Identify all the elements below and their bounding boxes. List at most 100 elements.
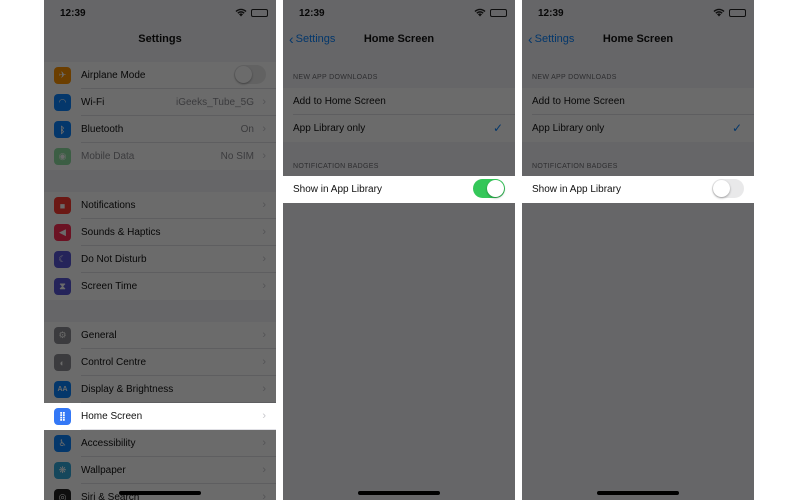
settings-item-label: Notifications	[81, 200, 136, 211]
gear-icon: ⚙	[54, 327, 71, 344]
moon-icon: ☾	[54, 251, 71, 268]
option-label: App Library only	[532, 123, 605, 134]
chevron-right-icon: ›	[262, 410, 266, 422]
page-title: Home Screen	[602, 33, 674, 45]
chevron-right-icon: ›	[262, 96, 266, 108]
show-in-app-library-row: Show in App Library	[522, 176, 754, 203]
status-time: 12:39	[60, 8, 86, 19]
option-add-to-home-screen[interactable]: Add to Home Screen	[522, 88, 754, 115]
chevron-right-icon: ›	[262, 253, 266, 265]
settings-item-label: Sounds & Haptics	[81, 227, 161, 238]
display-icon: AA	[54, 381, 71, 398]
section-header-badges: NOTIFICATION BADGES	[532, 163, 618, 170]
checkmark-icon: ✓	[492, 121, 503, 135]
checkmark-icon: ✓	[731, 121, 742, 135]
settings-item-label: Display & Brightness	[81, 384, 174, 395]
settings-item-value: No SIM	[220, 151, 254, 162]
wallpaper-icon: ❋	[54, 462, 71, 479]
show-in-app-library-toggle[interactable]	[712, 179, 744, 198]
section-header-badges: NOTIFICATION BADGES	[293, 163, 379, 170]
section-header-downloads: NEW APP DOWNLOADS	[293, 74, 378, 81]
notifications-icon: ■	[54, 197, 71, 214]
chevron-right-icon: ›	[262, 123, 266, 135]
wifi-status-icon	[474, 8, 486, 17]
settings-item-mobile-data[interactable]: ◉ Mobile Data No SIM ›	[44, 143, 276, 170]
settings-item-label: Screen Time	[81, 281, 138, 292]
settings-item-display-brightness[interactable]: AA Display & Brightness ›	[44, 376, 276, 403]
settings-item-label: General	[81, 330, 117, 341]
battery-icon	[729, 8, 746, 17]
settings-screen: 12:39 Settings ✈ Airplane Mode ◠ Wi-Fi iGeek…	[44, 0, 276, 500]
home-screen-settings-off: 12:39 ‹ Settings Home Screen NEW APP DOW…	[522, 0, 754, 500]
hourglass-icon: ⧗	[54, 278, 71, 295]
option-label: Add to Home Screen	[532, 96, 625, 107]
home-indicator	[119, 491, 201, 495]
home-indicator	[358, 491, 440, 495]
speaker-icon: ◀	[54, 224, 71, 241]
chevron-right-icon: ›	[262, 329, 266, 341]
settings-item-value: On	[240, 124, 254, 135]
settings-item-label: Bluetooth	[81, 124, 124, 135]
battery-icon	[490, 8, 507, 17]
option-label: Add to Home Screen	[293, 96, 386, 107]
chevron-right-icon: ›	[262, 464, 266, 476]
option-app-library-only[interactable]: App Library only ✓	[522, 115, 754, 142]
chevron-right-icon: ›	[262, 491, 266, 500]
antenna-icon: ◉	[54, 148, 71, 165]
settings-item-bluetooth[interactable]: ᛒ Bluetooth On ›	[44, 116, 276, 143]
accessibility-icon: ♿	[54, 435, 71, 452]
chevron-right-icon: ›	[262, 150, 266, 162]
home-screen-settings-on: 12:39 ‹ Settings Home Screen NEW APP DOW…	[283, 0, 515, 500]
settings-item-control-centre[interactable]: ◐ Control Centre ›	[44, 349, 276, 376]
chevron-right-icon: ›	[262, 437, 266, 449]
settings-item-label: Home Screen	[81, 411, 143, 422]
section-header-downloads: NEW APP DOWNLOADS	[532, 74, 617, 81]
settings-item-screen-time[interactable]: ⧗ Screen Time ›	[44, 273, 276, 300]
settings-item-general[interactable]: ⚙ General ›	[44, 322, 276, 349]
settings-item-label: Wallpaper	[81, 465, 126, 476]
settings-item-label: Airplane Mode	[81, 70, 146, 81]
settings-item-accessibility[interactable]: ♿ Accessibility ›	[44, 430, 276, 457]
chevron-right-icon: ›	[262, 280, 266, 292]
settings-item-label: Control Centre	[81, 357, 147, 368]
option-add-to-home-screen[interactable]: Add to Home Screen	[283, 88, 515, 115]
settings-item-notifications[interactable]: ■ Notifications ›	[44, 192, 276, 219]
chevron-right-icon: ›	[262, 356, 266, 368]
settings-item-label: Do Not Disturb	[81, 254, 147, 265]
airplane-mode-toggle[interactable]	[234, 65, 266, 84]
settings-item-do-not-disturb[interactable]: ☾ Do Not Disturb ›	[44, 246, 276, 273]
option-label: App Library only	[293, 123, 366, 134]
status-bar: 12:39	[283, 0, 515, 28]
status-bar: 12:39	[522, 0, 754, 28]
control-centre-icon: ◐	[54, 354, 71, 371]
settings-item-home-screen[interactable]: ⣿ Home Screen ›	[44, 403, 276, 430]
settings-item-label: Accessibility	[81, 438, 136, 449]
page-title: Home Screen	[363, 33, 435, 45]
status-time: 12:39	[538, 8, 564, 19]
toggle-label: Show in App Library	[532, 184, 621, 195]
settings-item-sounds-haptics[interactable]: ◀ Sounds & Haptics ›	[44, 219, 276, 246]
settings-item-label: Mobile Data	[81, 151, 135, 162]
wifi-status-icon	[235, 8, 247, 17]
airplane-icon: ✈	[54, 67, 71, 84]
status-time: 12:39	[299, 8, 325, 19]
settings-item-label: Wi-Fi	[81, 97, 105, 108]
siri-icon: ◎	[54, 489, 71, 500]
wifi-icon: ◠	[54, 94, 71, 111]
chevron-right-icon: ›	[262, 383, 266, 395]
show-in-app-library-row: Show in App Library	[283, 176, 515, 203]
show-in-app-library-toggle[interactable]	[473, 179, 505, 198]
home-screen-icon: ⣿	[54, 408, 71, 425]
settings-item-wallpaper[interactable]: ❋ Wallpaper ›	[44, 457, 276, 484]
bluetooth-icon: ᛒ	[54, 121, 71, 138]
option-app-library-only[interactable]: App Library only ✓	[283, 115, 515, 142]
toggle-label: Show in App Library	[293, 184, 382, 195]
settings-item-value: iGeeks_Tube_5G	[175, 97, 254, 108]
settings-item-wi-fi[interactable]: ◠ Wi-Fi iGeeks_Tube_5G ›	[44, 89, 276, 116]
settings-item-airplane-mode[interactable]: ✈ Airplane Mode	[44, 62, 276, 89]
chevron-right-icon: ›	[262, 199, 266, 211]
battery-icon	[251, 8, 268, 17]
wifi-status-icon	[713, 8, 725, 17]
home-indicator	[597, 491, 679, 495]
status-bar: 12:39	[44, 0, 276, 28]
